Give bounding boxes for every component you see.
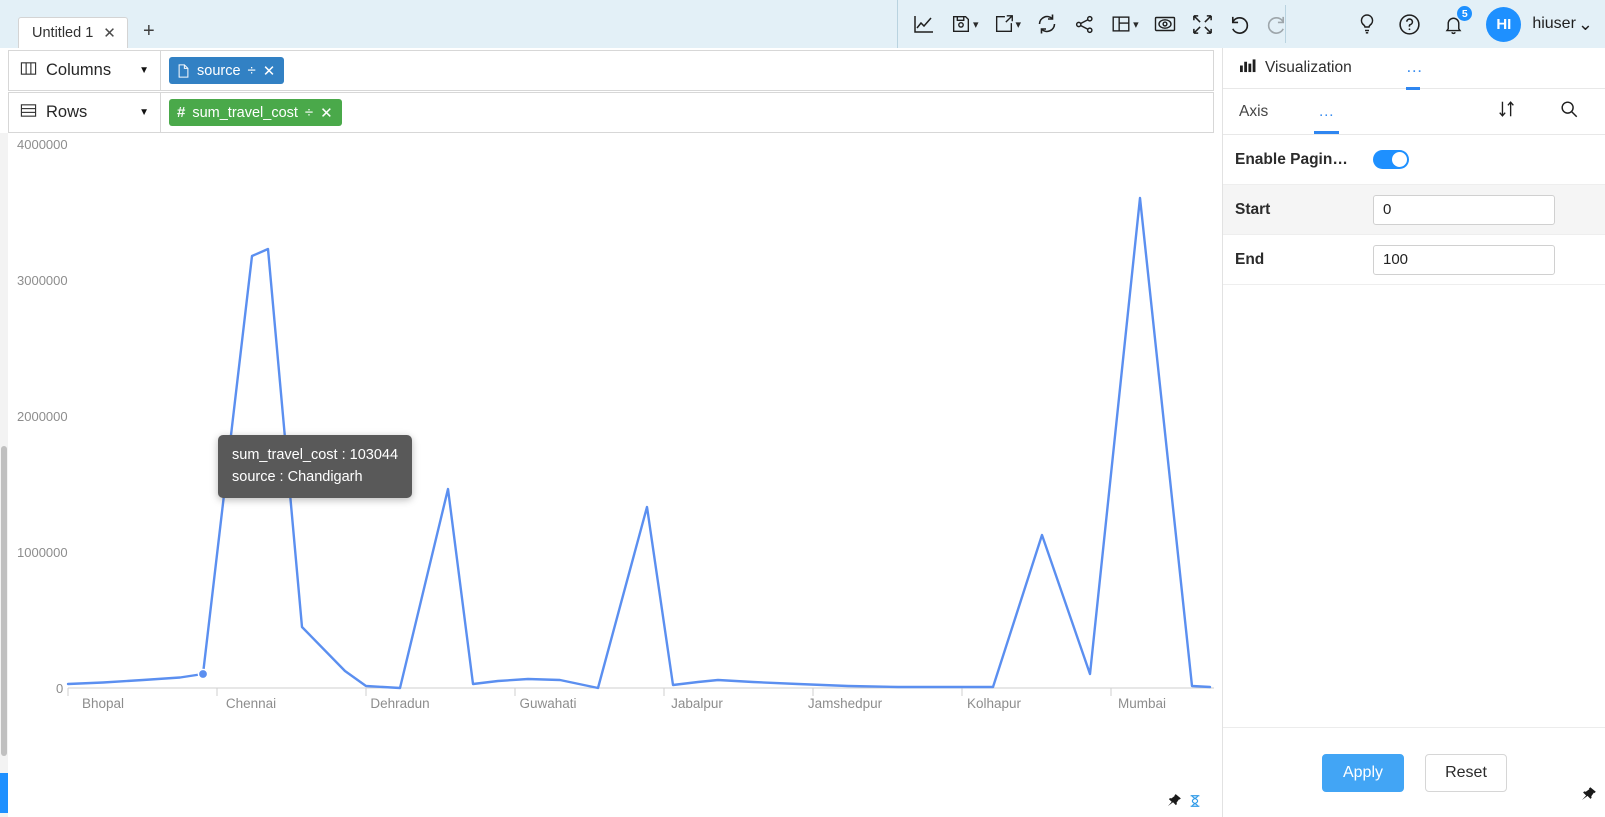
save-icon[interactable]: ▾ <box>943 0 986 48</box>
chevron-down-icon[interactable]: ▼ <box>139 65 149 76</box>
panel-footer: Apply Reset <box>1223 727 1605 817</box>
x-tick-label: Jabalpur <box>671 696 723 711</box>
search-icon[interactable] <box>1559 99 1579 124</box>
left-rail-accent[interactable] <box>0 773 8 813</box>
tab-untitled-1[interactable]: Untitled 1 ✕ <box>18 17 128 48</box>
start-input[interactable] <box>1373 194 1555 225</box>
tab-axis[interactable]: Axis <box>1239 103 1268 121</box>
left-rail <box>0 133 8 817</box>
columns-shelf[interactable]: Columns ▼ source ÷ ✕ <box>8 50 1214 91</box>
chevron-down-icon[interactable]: ▼ <box>139 107 149 118</box>
redo-icon[interactable] <box>1258 0 1295 48</box>
tab-strip: Untitled 1 ✕ + <box>0 0 162 48</box>
chart-corner-actions <box>1166 793 1202 813</box>
hash-icon: # <box>177 104 186 121</box>
rows-icon <box>20 102 37 124</box>
panel-tab-actions <box>1497 99 1589 124</box>
sort-icon[interactable] <box>1497 99 1517 124</box>
row-enable-pagination: Enable Pagin… <box>1223 135 1605 185</box>
pill-divider-icon[interactable]: ÷ <box>248 62 256 79</box>
username-label: hiuser <box>1532 15 1576 32</box>
export-icon[interactable]: ▾ <box>986 0 1029 48</box>
pill-sum-travel-cost[interactable]: # sum_travel_cost ÷ ✕ <box>169 99 342 126</box>
x-tick-label: Chennai <box>225 696 277 711</box>
chevron-down-icon[interactable]: ▾ <box>1016 18 1022 31</box>
add-tab-icon[interactable]: + <box>136 19 162 44</box>
panel-title-label: Visualization <box>1265 59 1352 76</box>
lightbulb-icon[interactable] <box>1348 0 1386 48</box>
refresh-icon[interactable] <box>1028 0 1066 48</box>
tab-more[interactable]: … <box>1314 103 1340 134</box>
pill-label: sum_travel_cost <box>192 104 298 121</box>
rows-shelf-label[interactable]: Rows ▼ <box>9 93 161 132</box>
toggle-knob <box>1392 152 1407 167</box>
user-divider <box>1285 5 1286 43</box>
reset-button[interactable]: Reset <box>1425 753 1507 792</box>
chart-tooltip: sum_travel_cost : 103044 source : Chandi… <box>218 435 413 498</box>
share-icon[interactable] <box>1066 0 1103 48</box>
columns-shelf-label[interactable]: Columns ▼ <box>9 51 161 90</box>
preview-icon[interactable] <box>1146 0 1184 48</box>
close-icon[interactable]: ✕ <box>320 104 333 122</box>
pill-source[interactable]: source ÷ ✕ <box>169 57 285 84</box>
apply-button[interactable]: Apply <box>1322 753 1404 792</box>
avatar[interactable]: HI <box>1486 6 1522 42</box>
line-chart-svg <box>66 196 1214 696</box>
user-toolbar: 5 HI hiuser ⌄ <box>1348 0 1593 48</box>
enable-pagination-toggle[interactable] <box>1373 150 1409 169</box>
pin-icon[interactable] <box>1166 793 1181 813</box>
document-icon <box>177 63 190 78</box>
chevron-down-icon: ⌄ <box>1577 13 1593 34</box>
close-icon[interactable]: ✕ <box>103 26 116 41</box>
tooltip-line-dimension: source : Chandigarh <box>232 469 363 485</box>
fullscreen-icon[interactable] <box>1184 0 1221 48</box>
row-label: Start <box>1235 200 1271 218</box>
x-tick-label: Guwahati <box>519 696 577 711</box>
x-tick-label: Mumbai <box>1117 696 1167 711</box>
row-label: Enable Pagin… <box>1235 150 1348 168</box>
chart-bar-icon <box>1239 58 1256 78</box>
x-tick-label: Jamshedpur <box>807 696 883 711</box>
restore-icon[interactable] <box>1188 794 1202 813</box>
app-root: Untitled 1 ✕ + ▾ ▾ ▾ 5 HI hiuser ⌄ Colum… <box>0 0 1605 817</box>
rows-shelf[interactable]: Rows ▼ # sum_travel_cost ÷ ✕ <box>8 92 1214 133</box>
panel-header: Visualization … <box>1223 48 1605 90</box>
pin-icon[interactable] <box>1580 786 1596 807</box>
user-menu[interactable]: hiuser ⌄ <box>1532 15 1593 33</box>
close-icon[interactable]: ✕ <box>263 62 276 80</box>
top-bar: Untitled 1 ✕ + ▾ ▾ ▾ 5 HI hiuser ⌄ <box>0 0 1605 48</box>
help-icon[interactable] <box>1390 0 1429 48</box>
panel-tabs: Axis … <box>1223 89 1605 135</box>
row-start: Start <box>1223 185 1605 235</box>
tooltip-line-metric: sum_travel_cost : 103044 <box>232 447 399 463</box>
toolbar: ▾ ▾ ▾ <box>905 0 1295 48</box>
row-label: End <box>1235 250 1265 268</box>
columns-label: Columns <box>46 61 112 79</box>
tab-label: Untitled 1 <box>32 25 94 41</box>
vertical-scrollbar[interactable] <box>1 446 7 756</box>
x-tick-label: Bhopal <box>81 696 125 711</box>
end-input[interactable] <box>1373 244 1555 275</box>
chevron-down-icon[interactable]: ▾ <box>1133 18 1139 31</box>
columns-icon <box>20 60 37 82</box>
x-tick-label: Kolhapur <box>966 696 1022 711</box>
chart-canvas[interactable]: 4000000 3000000 2000000 1000000 0 Bhopal… <box>8 133 1214 817</box>
pill-divider-icon[interactable]: ÷ <box>305 104 313 121</box>
rows-label: Rows <box>46 103 88 121</box>
panel-header-more-tab[interactable]: … <box>1405 57 1424 90</box>
undo-icon[interactable] <box>1221 0 1258 48</box>
row-end: End <box>1223 235 1605 285</box>
x-tick-label: Dehradun <box>370 696 430 711</box>
toolbar-divider <box>897 0 898 48</box>
highlighted-data-point <box>197 668 209 680</box>
layout-icon[interactable]: ▾ <box>1103 0 1146 48</box>
panel-title: Visualization <box>1239 58 1352 78</box>
chevron-down-icon[interactable]: ▾ <box>973 18 979 31</box>
notification-badge: 5 <box>1456 5 1474 22</box>
pill-label: source <box>197 62 241 79</box>
chart-icon[interactable] <box>905 0 943 48</box>
visualization-panel: Visualization … Axis … Enable Pagin… Sta… <box>1222 48 1605 817</box>
notification-bell-icon[interactable]: 5 <box>1433 0 1474 48</box>
